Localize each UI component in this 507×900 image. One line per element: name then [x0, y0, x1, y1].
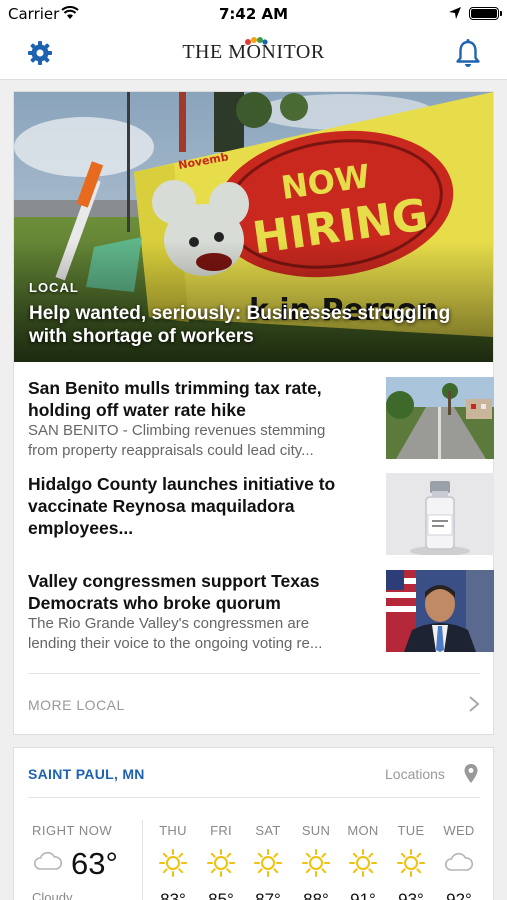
forecast-day-name: SUN [301, 823, 331, 838]
forecast-day: MON 91° [339, 823, 387, 900]
story-item[interactable]: Hidalgo County launches initiative to va… [28, 473, 494, 555]
story-item[interactable]: San Benito mulls trimming tax rate, hold… [28, 377, 494, 459]
story-thumbnail[interactable] [386, 570, 494, 652]
sun-icon [254, 849, 282, 877]
forecast-day-name: FRI [210, 823, 232, 838]
story-headline[interactable]: Valley congressmen support Texas Democra… [28, 570, 358, 614]
sun-icon [302, 849, 330, 877]
forecast-day-temp: 88° [303, 890, 329, 900]
weather-card: SAINT PAUL, MN Locations RIGHT NOW 63° C… [13, 747, 494, 900]
sun-icon [207, 849, 235, 877]
story-item[interactable]: Valley congressmen support Texas Democra… [28, 570, 494, 652]
sun-icon [159, 849, 187, 877]
weather-location[interactable]: SAINT PAUL, MN [28, 766, 145, 782]
status-bar: Carrier 7:42 AM [0, 0, 507, 28]
current-temperature: 63° [71, 846, 118, 881]
battery-icon [469, 7, 502, 20]
story-summary: SAN BENITO - Climbing revenues stemming … [28, 422, 326, 459]
divider [28, 797, 480, 798]
forecast-day-temp: 85° [208, 890, 234, 900]
location-arrow-icon [449, 7, 461, 19]
forecast-day: SUN 88° [292, 823, 340, 900]
current-condition: Cloudy [32, 890, 73, 900]
forecast-day: TUE 93° [387, 823, 435, 900]
story-thumbnail[interactable] [386, 377, 494, 459]
forecast-day-name: SAT [255, 823, 281, 838]
locations-button[interactable]: Locations [385, 766, 445, 782]
app-header: THE MONITOR [0, 28, 507, 80]
forecast-day: SAT 87° [244, 823, 292, 900]
cloud-icon [33, 851, 63, 870]
local-news-card: NOW HIRING Novemb k in Person LOCAL Help… [13, 91, 494, 735]
right-now-label: RIGHT NOW [32, 823, 113, 838]
forecast-day: WED 92° [435, 823, 483, 900]
forecast-day-temp: 83° [160, 890, 186, 900]
more-local-link[interactable]: MORE LOCAL [28, 697, 125, 713]
story-headline[interactable]: Hidalgo County launches initiative to va… [28, 473, 358, 539]
forecast-day-temp: 93° [398, 890, 424, 900]
hero-story[interactable]: NOW HIRING Novemb k in Person LOCAL Help… [14, 92, 493, 362]
hero-section-label: LOCAL [29, 280, 79, 295]
app-logo[interactable]: THE MONITOR [0, 41, 507, 64]
forecast-day-temp: 91° [350, 890, 376, 900]
chevron-right-icon[interactable] [468, 695, 480, 713]
hero-headline[interactable]: Help wanted, seriously: Businesses strug… [29, 302, 484, 348]
divider [28, 673, 480, 674]
divider [142, 820, 143, 900]
forecast-day-name: MON [347, 823, 379, 838]
street-photo [386, 377, 494, 459]
bell-icon[interactable] [455, 38, 481, 68]
story-thumbnail[interactable] [386, 473, 494, 555]
forecast-day-temp: 92° [446, 890, 472, 900]
sun-icon [349, 849, 377, 877]
vaccine-vial-photo [386, 473, 494, 555]
forecast-day-name: TUE [397, 823, 425, 838]
forecast-day: THU 83° [149, 823, 197, 900]
cloud-icon [444, 852, 474, 871]
sun-icon [397, 849, 425, 877]
forecast-day-name: THU [159, 823, 187, 838]
forecast-day-temp: 87° [255, 890, 281, 900]
status-time: 7:42 AM [218, 5, 289, 23]
congressman-photo [386, 570, 494, 652]
forecast-day-name: WED [443, 823, 475, 838]
forecast-day: FRI 85° [197, 823, 245, 900]
story-headline[interactable]: San Benito mulls trimming tax rate, hold… [28, 377, 358, 421]
story-summary: The Rio Grande Valley's congressmen are … [28, 615, 323, 652]
map-pin-icon[interactable] [464, 764, 478, 783]
